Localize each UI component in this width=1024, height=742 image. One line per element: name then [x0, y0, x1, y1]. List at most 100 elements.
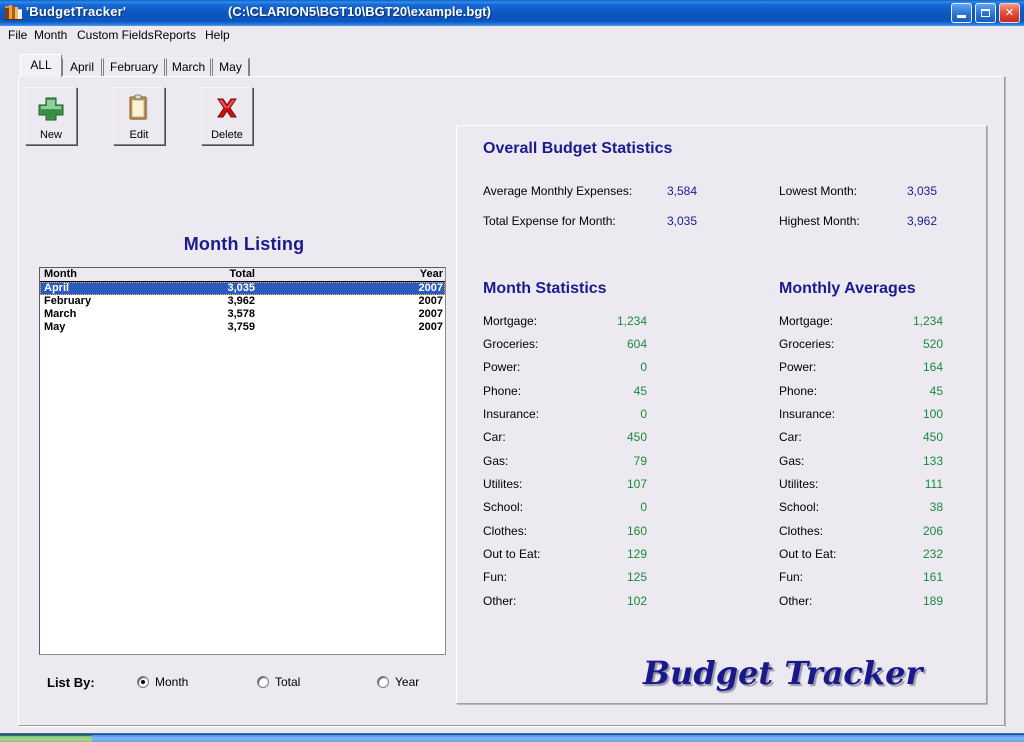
tab-sheet-shadow [1005, 77, 1006, 727]
value-month-out-to-eat: 129 [587, 547, 647, 561]
table-row[interactable]: February 3,962 2007 [40, 295, 445, 308]
cell-year: 2007 [40, 308, 443, 321]
green-cross-icon [35, 94, 67, 124]
label-avg-car: Car: [779, 430, 802, 444]
red-x-icon [211, 94, 243, 124]
value-month-mortgage: 1,234 [587, 314, 647, 328]
label-avg-other: Other: [779, 594, 812, 608]
edit-button-label: Edit [114, 129, 164, 141]
value-month-clothes: 160 [587, 524, 647, 538]
radio-total-indicator [257, 676, 269, 688]
tab-february[interactable]: February [103, 58, 165, 76]
restore-button[interactable] [975, 3, 996, 23]
menu-item-custom-fields[interactable]: Custom Fields [75, 28, 156, 42]
menu-item-file[interactable]: File [6, 28, 29, 42]
value-avg-car: 450 [883, 430, 943, 444]
radio-month-indicator [137, 676, 149, 688]
value-month-utilities: 107 [587, 477, 647, 491]
value-avg-power: 164 [883, 360, 943, 374]
restore-icon [981, 9, 990, 17]
value-month-groceries: 604 [587, 337, 647, 351]
value-total-expense-for-month: 3,035 [637, 214, 697, 228]
minimize-icon [957, 15, 966, 18]
delete-button[interactable]: Delete [201, 87, 253, 145]
edit-button[interactable]: Edit [113, 87, 165, 145]
new-button-label: New [26, 129, 76, 141]
clipboard-icon [123, 94, 155, 124]
tab-march[interactable]: March [166, 58, 211, 76]
value-avg-utilities: 111 [883, 477, 943, 491]
value-month-school: 0 [587, 500, 647, 514]
value-avg-out-to-eat: 232 [883, 547, 943, 561]
label-avg-phone: Phone: [779, 384, 817, 398]
start-button[interactable] [0, 735, 92, 742]
client-area: ALL April February March May New [0, 44, 1024, 722]
list-by-label: List By: [47, 675, 95, 690]
value-avg-phone: 45 [883, 384, 943, 398]
window-file-path: (C:\CLARION5\BGT10\BGT20\example.bgt) [228, 4, 491, 19]
month-listing-table[interactable]: Month Total Year April 3,035 2007 Februa… [39, 267, 446, 655]
tab-april[interactable]: April [62, 58, 102, 76]
label-avg-mortgage: Mortgage: [779, 314, 833, 328]
value-avg-other: 189 [883, 594, 943, 608]
tab-may[interactable]: May [212, 58, 249, 76]
cell-year: 2007 [40, 282, 443, 295]
value-month-phone: 45 [587, 384, 647, 398]
minimize-button[interactable] [951, 3, 972, 23]
label-month-fun: Fun: [483, 570, 507, 584]
menu-item-month[interactable]: Month [32, 28, 69, 42]
label-month-power: Power: [483, 360, 520, 374]
overall-budget-statistics-title: Overall Budget Statistics [483, 140, 672, 158]
label-month-phone: Phone: [483, 384, 521, 398]
value-avg-insurance: 100 [883, 407, 943, 421]
label-month-car: Car: [483, 430, 506, 444]
radio-year-label: Year [395, 675, 419, 689]
monthly-averages-title: Monthly Averages [779, 280, 916, 298]
label-avg-utilities: Utilites: [779, 477, 818, 491]
ledger-books-icon [5, 4, 23, 21]
taskbar[interactable] [0, 734, 1024, 742]
label-avg-school: School: [779, 500, 819, 514]
delete-button-label: Delete [202, 129, 252, 141]
label-month-utilities: Utilites: [483, 477, 522, 491]
value-avg-fun: 161 [883, 570, 943, 584]
tab-strip-end [249, 58, 250, 76]
new-button[interactable]: New [25, 87, 77, 145]
tab-all[interactable]: ALL [20, 54, 62, 77]
label-total-expense-for-month: Total Expense for Month: [483, 214, 616, 228]
statistics-panel: Overall Budget Statistics Average Monthl… [456, 125, 987, 704]
table-row[interactable]: May 3,759 2007 [40, 321, 445, 334]
table-row[interactable]: March 3,578 2007 [40, 308, 445, 321]
close-button[interactable]: ✕ [999, 3, 1020, 23]
label-avg-power: Power: [779, 360, 816, 374]
value-highest-month: 3,962 [877, 214, 937, 228]
value-avg-school: 38 [883, 500, 943, 514]
label-month-gas: Gas: [483, 454, 508, 468]
table-row[interactable]: April 3,035 2007 [40, 282, 445, 295]
value-average-monthly-expenses: 3,584 [637, 184, 697, 198]
label-avg-gas: Gas: [779, 454, 804, 468]
label-lowest-month: Lowest Month: [779, 184, 857, 198]
label-average-monthly-expenses: Average Monthly Expenses: [483, 184, 632, 198]
value-avg-clothes: 206 [883, 524, 943, 538]
menu-item-help[interactable]: Help [203, 28, 232, 42]
label-avg-groceries: Groceries: [779, 337, 834, 351]
application-window: 'BudgetTracker' (C:\CLARION5\BGT10\BGT20… [0, 0, 1024, 742]
menu-item-reports[interactable]: Reports [152, 28, 198, 42]
budget-tracker-logo: Budget Tracker [643, 654, 903, 692]
label-avg-clothes: Clothes: [779, 524, 823, 538]
value-month-other: 102 [587, 594, 647, 608]
title-bar: 'BudgetTracker' (C:\CLARION5\BGT10\BGT20… [0, 0, 1024, 26]
column-header-year[interactable]: Year [40, 268, 443, 281]
radio-year-indicator [377, 676, 389, 688]
label-avg-fun: Fun: [779, 570, 803, 584]
table-header-row: Month Total Year [40, 268, 445, 282]
radio-month-label: Month [155, 675, 188, 689]
value-month-insurance: 0 [587, 407, 647, 421]
month-listing-title: Month Listing [39, 234, 449, 255]
label-highest-month: Highest Month: [779, 214, 860, 228]
label-month-clothes: Clothes: [483, 524, 527, 538]
radio-total-label: Total [275, 675, 300, 689]
value-avg-groceries: 520 [883, 337, 943, 351]
value-avg-mortgage: 1,234 [883, 314, 943, 328]
